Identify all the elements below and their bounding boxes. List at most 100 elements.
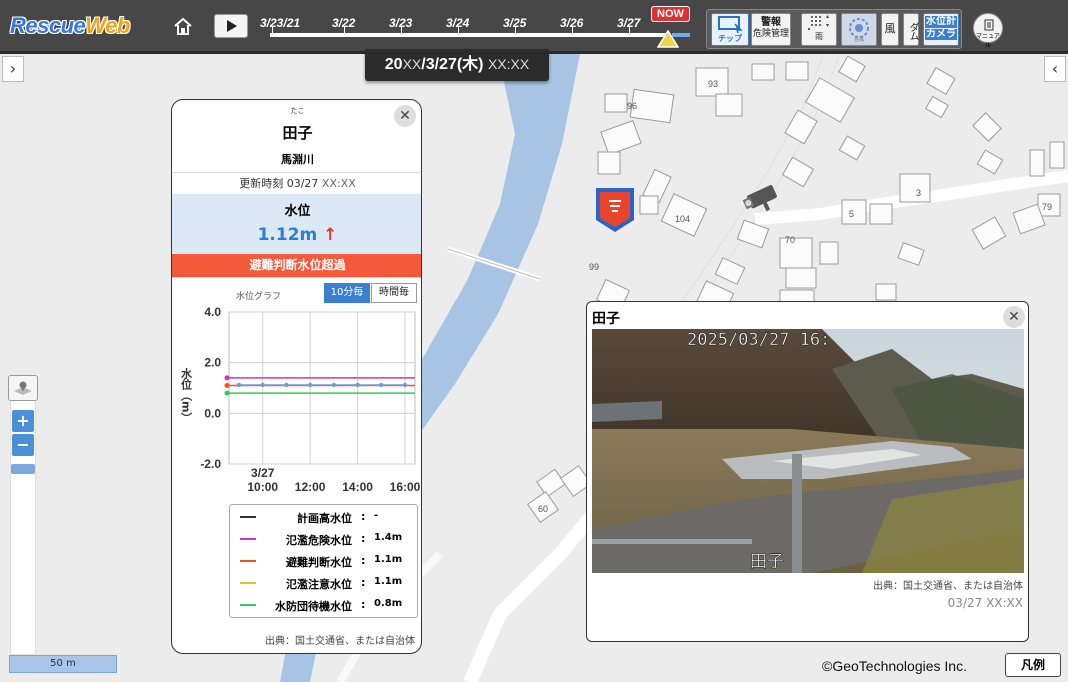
threshold-marker <box>224 390 230 396</box>
copyright-text: ©GeoTechnologies Inc. <box>822 658 967 674</box>
series-point <box>331 382 337 388</box>
camera-image[interactable]: 2025/03/27 16: 田子 <box>592 329 1024 573</box>
timeline-tick <box>458 26 459 35</box>
play-icon <box>227 20 237 32</box>
manual-button[interactable]: マニュアル <box>973 13 1003 49</box>
timeline-slider[interactable]: 3/23/21 3/22 3/23 3/24 3/25 3/26 3/27 NO… <box>260 6 690 48</box>
timeline-track[interactable] <box>270 33 670 37</box>
camera-overlay-name: 田子 <box>750 552 784 572</box>
rain-icon <box>808 15 829 30</box>
series-point <box>236 382 242 388</box>
x-tick-label: 10:00 <box>247 480 278 494</box>
left-panel-toggle[interactable]: › <box>2 56 24 82</box>
x-tick-label: 14:00 <box>342 480 373 494</box>
legend-row: 氾濫危険水位:1.4m <box>230 529 419 549</box>
scale-bar: 50 m <box>9 655 117 673</box>
data-source: 出典：国土交通省、または自治体 <box>265 636 415 647</box>
updated-time: 更新時刻 03/27 XX:XX <box>172 172 421 194</box>
x-date-label: 3/27 <box>251 466 275 480</box>
threshold-legend: 計画高水位: - 氾濫危険水位:1.4m 避難判断水位:1.1m 氾濫注意水位:1… <box>229 504 418 618</box>
zoom-slider-handle[interactable] <box>11 464 35 474</box>
chip-icon <box>718 16 743 34</box>
timeline-tick <box>401 26 402 35</box>
series-point <box>307 382 313 388</box>
now-badge[interactable]: NOW <box>651 6 690 22</box>
legend-swatch <box>240 604 256 606</box>
top-bar: RescueWeb 3/23/21 3/22 3/23 3/24 3/25 3/… <box>0 0 1068 54</box>
map-label: 5 <box>849 209 854 219</box>
camera-title: 田子 <box>592 311 620 327</box>
river-name: 馬淵川 <box>281 153 314 166</box>
dam-button[interactable]: ダム <box>903 13 919 46</box>
locate-icon <box>14 381 32 395</box>
alert-status: 避難判断水位超過 <box>172 254 421 277</box>
series-point <box>284 382 289 388</box>
y-axis-label: 水位（m） <box>180 367 194 424</box>
legend-row: 氾濫注意水位:1.1m <box>230 573 419 593</box>
map-label: 3 <box>916 188 921 198</box>
wind-button[interactable]: 風 <box>881 13 899 46</box>
series-point <box>355 382 360 388</box>
map-label: 93 <box>708 79 718 89</box>
threshold-marker <box>224 382 230 388</box>
gauge-camera-button[interactable]: 水位計 カメラ <box>923 13 959 46</box>
timeline-tick <box>344 26 345 35</box>
map-label: 79 <box>1042 202 1052 212</box>
right-panel-toggle[interactable]: ‹ <box>1044 56 1066 82</box>
y-tick-label: 4.0 <box>204 305 221 319</box>
x-tick-label: 16:00 <box>390 480 421 494</box>
legend-row: 避難判断水位:1.1m <box>230 551 419 571</box>
y-tick-label: 2.0 <box>204 356 221 370</box>
legend-swatch <box>240 560 256 562</box>
timeline-handle-icon[interactable] <box>657 30 679 48</box>
current-time-display: 20XX/3/27(木) XX:XX <box>365 49 549 81</box>
legend-row: 水防団待機水位:0.8m <box>230 595 419 615</box>
map-label: 96 <box>627 101 637 111</box>
app-root: 93 96 104 99 70 5 3 79 60 RescueWeb 3/23… <box>0 0 1068 682</box>
minus-icon: − <box>16 435 30 454</box>
chart-plot-area <box>228 311 416 465</box>
camera-close-button[interactable]: ✕ <box>1003 306 1025 328</box>
plus-icon: + <box>16 411 30 430</box>
station-ruby: たこ <box>290 107 305 115</box>
timeline-tick <box>515 26 516 35</box>
warning-button[interactable]: 警報 危険管理 <box>751 13 791 46</box>
camera-panel: 田子 ✕ 2025/03/27 16: 田子 出典：国土交通省、または自治体 0… <box>586 301 1029 642</box>
camera-source: 出典：国土交通省、または自治体 <box>873 581 1023 592</box>
layer-toolbar: チップ 警報 危険管理 雨 台風 風 ダム 水位計 カメラ <box>706 9 962 49</box>
legend-row: 計画高水位: - <box>230 507 419 527</box>
camera-time: 03/27 XX:XX <box>947 596 1023 610</box>
water-level-box: 水位 1.12m ↑ <box>172 194 421 254</box>
camera-overlay-time: 2025/03/27 16: <box>687 330 830 350</box>
legend-button[interactable]: 凡例 <box>1005 653 1061 677</box>
water-level-chart: 4.0 2.0 0.0 -2.0 10:00 12:00 14:00 16:00 3/27 水位（… <box>180 305 421 494</box>
water-level-title: 水位 <box>284 204 311 219</box>
app-logo[interactable]: RescueWeb <box>10 13 130 39</box>
rain-button[interactable]: 雨 <box>801 13 837 46</box>
water-level-value: 1.12m ↑ <box>257 225 338 245</box>
legend-swatch <box>240 538 256 540</box>
series-point <box>260 382 265 388</box>
chevron-right-icon: › <box>9 59 17 78</box>
play-button[interactable] <box>214 14 248 38</box>
map-label: 60 <box>538 504 548 514</box>
legend-swatch <box>240 582 256 584</box>
x-tick-label: 12:00 <box>295 480 326 494</box>
timeline-tick <box>572 26 573 35</box>
typhoon-button[interactable]: 台風 <box>841 13 877 46</box>
y-tick-label: 0.0 <box>204 406 221 420</box>
zoom-in-button[interactable]: + <box>12 410 34 432</box>
legend-swatch <box>240 516 256 518</box>
zoom-out-button[interactable]: − <box>12 434 34 456</box>
map-label: 104 <box>675 214 690 224</box>
home-icon[interactable] <box>172 17 194 37</box>
station-name: 田子 <box>282 124 313 142</box>
y-tick-label: -2.0 <box>200 457 221 471</box>
locate-button[interactable] <box>8 375 38 401</box>
map-label: 99 <box>589 262 599 272</box>
chip-button[interactable]: チップ <box>711 13 749 46</box>
series-point <box>379 382 384 388</box>
gauge-info-panel: ✕ たこ 田子 馬淵川 更新時刻 03/27 XX:XX 水位 1.12m ↑ … <box>171 99 422 654</box>
close-icon: ✕ <box>1008 309 1020 325</box>
threshold-marker <box>224 375 230 381</box>
